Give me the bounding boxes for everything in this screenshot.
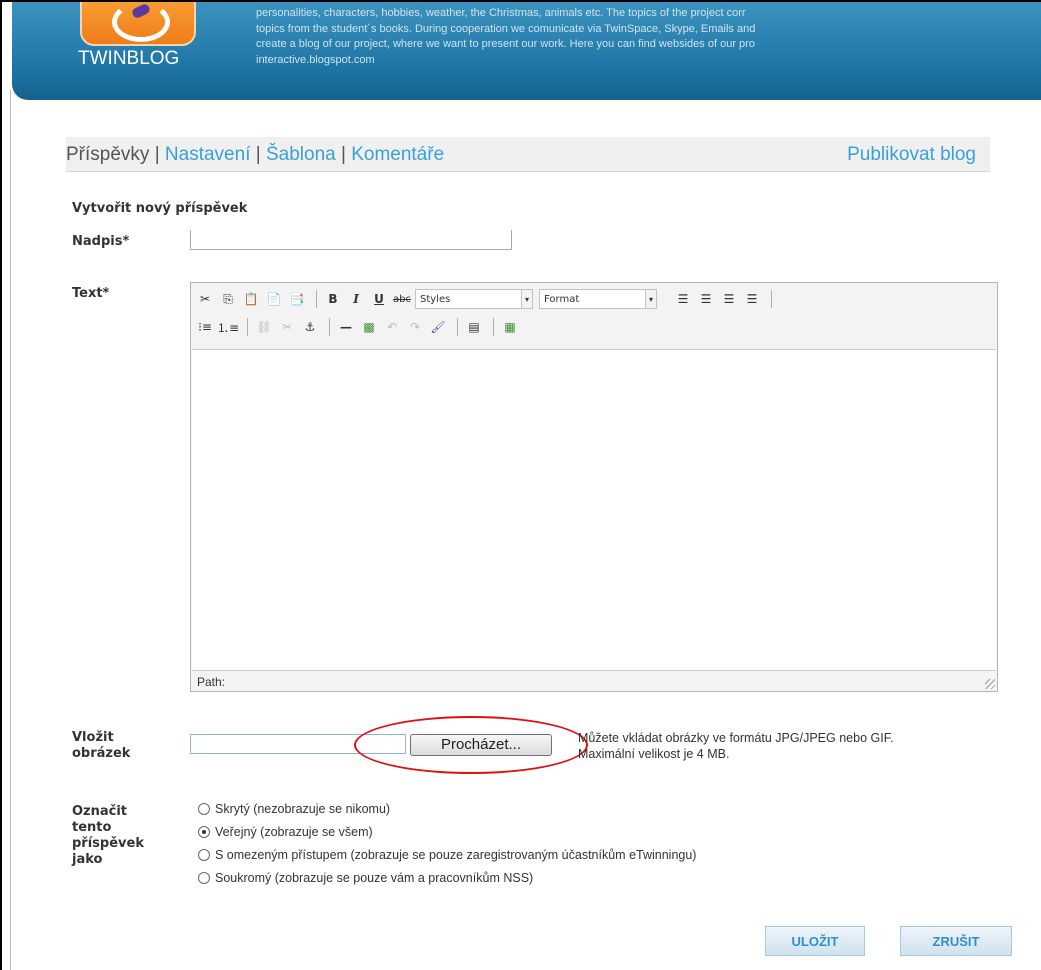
paste-word-icon[interactable]: 📑 [287,289,307,309]
image-label-line: Vložit [72,730,114,745]
nav-separator: | [255,144,261,165]
brand-name: TWINBLOG [78,48,180,69]
image-upload-hint: Můžete vkládat obrázky ve formátu JPG/JP… [578,730,893,762]
copy-icon[interactable]: ⎘ [218,289,238,309]
numbered-list-icon[interactable]: ⒈≡ [217,317,239,337]
edit-html-icon[interactable]: ▤ [464,317,484,337]
visibility-option-restricted[interactable]: S omezeným přístupem (zobrazuje se pouze… [198,848,696,862]
description-line: personalities, characters, hobbies, weat… [256,7,746,19]
radio-label: S omezeným přístupem (zobrazuje se pouze… [215,848,697,862]
visibility-option-private[interactable]: Soukromý (zobrazuje se pouze vám a praco… [198,871,533,885]
styles-select-value: Styles [420,293,451,305]
visibility-label-line: jako [72,852,103,867]
strikethrough-icon[interactable]: abc [392,289,412,309]
chevron-down-icon: ▾ [521,290,532,308]
nav-separator: | [154,144,160,165]
cut-icon[interactable]: ✂ [195,289,215,309]
title-input[interactable] [190,230,512,250]
media-icon[interactable]: ▦ [500,317,520,337]
resize-grip-icon[interactable] [985,679,995,689]
radio-label: Veřejný (zobrazuje se všem) [215,825,373,839]
link-icon[interactable]: ⛓ [254,317,274,337]
nav-separator: | [340,144,346,165]
visibility-label: Označit tento příspěvek jako [72,804,144,868]
toolbar-separator [457,318,458,336]
twinblog-logo [80,2,196,46]
radio-button[interactable] [198,849,210,861]
toolbar-separator [247,318,248,336]
radio-button[interactable] [198,826,210,838]
save-button[interactable]: ULOŽIT [765,926,865,956]
align-center-icon[interactable]: ☰ [696,289,716,309]
editor-toolbar-row-1: ✂ ⎘ 📋 📄 📑 B I U abc Styles ▾ Format ▾ ☰ … [195,288,778,310]
italic-icon[interactable]: I [346,289,366,309]
tab-settings[interactable]: Nastavení [165,144,251,165]
radio-button[interactable] [198,803,210,815]
publish-blog-link[interactable]: Publikovat blog [847,144,976,166]
visibility-label-line: příspěvek [72,836,144,851]
chevron-down-icon: ▾ [645,290,656,308]
hint-line: Můžete vkládat obrázky ve formátu JPG/JP… [578,731,894,745]
title-label: Nadpis* [72,234,130,249]
toolbar-separator [493,318,494,336]
toolbar-separator [771,290,772,308]
blog-admin-nav: Příspěvky | Nastavení | Šablona | Koment… [66,137,990,172]
text-label: Text* [72,286,110,301]
paste-icon[interactable]: 📋 [241,289,261,309]
visibility-option-public[interactable]: Veřejný (zobrazuje se všem) [198,825,373,839]
description-line: topics from the student´s books. During … [256,22,756,35]
radio-label: Skrytý (nezobrazuje se nikomu) [215,802,391,816]
image-file-input[interactable] [190,734,406,754]
hint-line: Maximální velikost je 4 MB. [578,747,730,761]
align-right-icon[interactable]: ☰ [719,289,739,309]
editor-toolbar-row-2: ⁝≡ ⒈≡ ⛓ ✂ ⚓ — ▩ ↶ ↷ 🖌 ▤ ▦ [195,316,523,338]
visibility-label-line: Označit [72,804,128,819]
description-line[interactable]: interactive.blogspot.com [256,53,1041,69]
align-justify-icon[interactable]: ☰ [742,289,762,309]
paste-text-icon[interactable]: 📄 [264,289,284,309]
align-left-icon[interactable]: ☰ [673,289,693,309]
undo-icon[interactable]: ↶ [382,317,402,337]
image-icon[interactable]: ▩ [359,317,379,337]
redo-icon[interactable]: ↷ [405,317,425,337]
blog-description: personalities, characters, hobbies, weat… [256,6,1041,68]
tab-comments[interactable]: Komentáře [351,144,444,165]
editor-content-area[interactable] [192,349,996,671]
description-line: create a blog of our project, where we w… [256,38,755,50]
browse-button[interactable]: Procházet... [410,734,552,756]
image-label: Vložit obrázek [72,730,130,762]
form-heading: Vytvořit nový příspěvek [72,201,248,216]
visibility-option-hidden[interactable]: Skrytý (nezobrazuje se nikomu) [198,802,390,816]
radio-label: Soukromý (zobrazuje se pouze vám a praco… [215,871,534,885]
toolbar-separator [329,318,330,336]
unlink-icon[interactable]: ✂ [277,317,297,337]
image-label-line: obrázek [72,746,131,761]
visibility-label-line: tento [72,820,112,835]
rich-text-editor: ✂ ⎘ 📋 📄 📑 B I U abc Styles ▾ Format ▾ ☰ … [190,282,998,692]
left-divider [10,90,11,970]
editor-path-bar: Path: [197,675,226,689]
cancel-button[interactable]: ZRUŠIT [900,926,1012,956]
cleanup-brush-icon[interactable]: 🖌 [428,317,448,337]
tab-template[interactable]: Šablona [266,144,336,165]
format-select[interactable]: Format ▾ [539,289,657,309]
tab-posts[interactable]: Příspěvky [66,144,149,165]
styles-select[interactable]: Styles ▾ [415,289,533,309]
radio-button[interactable] [198,872,210,884]
horizontal-rule-icon[interactable]: — [336,317,356,337]
bold-icon[interactable]: B [323,289,343,309]
format-select-value: Format [544,293,580,305]
bullet-list-icon[interactable]: ⁝≡ [195,317,215,337]
underline-icon[interactable]: U [369,289,389,309]
anchor-icon[interactable]: ⚓ [300,317,320,337]
blog-banner: TWINBLOG personalities, characters, hobb… [12,2,1041,100]
toolbar-separator [316,290,317,308]
